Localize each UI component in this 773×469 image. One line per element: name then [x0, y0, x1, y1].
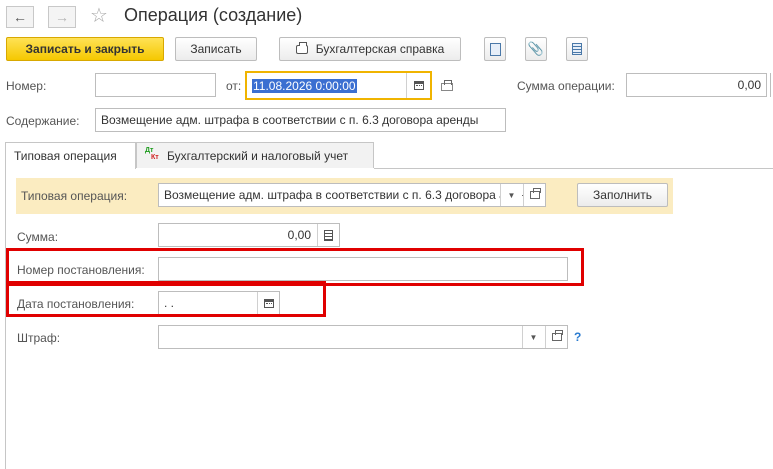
dropdown-arrow-icon: ▼	[507, 190, 516, 200]
history-button[interactable]	[441, 80, 453, 94]
number-label: Номер:	[6, 79, 47, 93]
save-button[interactable]: Записать	[175, 37, 257, 61]
tab-typical-operation[interactable]: Типовая операция	[5, 142, 136, 169]
sum-value: 0,00	[287, 228, 311, 242]
tab-panel-border	[5, 168, 6, 469]
save-and-close-button[interactable]: Записать и закрыть	[6, 37, 164, 61]
arrow-left-icon: ←	[13, 9, 27, 25]
typical-operation-label: Типовая операция:	[21, 189, 128, 203]
list-button[interactable]	[566, 37, 588, 61]
date-label: от:	[226, 79, 242, 93]
star-icon[interactable]: ☆	[90, 3, 108, 28]
tab-accounting-label: Бухгалтерский и налоговый учет	[167, 148, 349, 163]
fine-field[interactable]: ▼	[158, 325, 568, 349]
accounting-report-button[interactable]: Бухгалтерская справка	[279, 37, 461, 61]
printer-icon	[295, 41, 308, 54]
tab-accounting[interactable]: Дт Кт Бухгалтерский и налоговый учет	[136, 142, 374, 168]
arrow-right-icon: →	[55, 9, 69, 25]
date-field[interactable]: 11.08.2026 0:00:00	[245, 71, 432, 100]
typical-operation-value: Возмещение адм. штрафа в соответствии с …	[164, 188, 542, 202]
content-label: Содержание:	[6, 114, 80, 128]
debit-credit-icon: Дт Кт	[145, 146, 159, 161]
list-icon	[572, 43, 582, 55]
tab-divider	[374, 168, 773, 169]
calculator-button[interactable]	[317, 224, 339, 246]
amount-field[interactable]: 0,00	[626, 73, 767, 97]
page-title: Операция (создание)	[124, 5, 303, 25]
comment-icon	[441, 80, 453, 91]
open-icon	[529, 188, 541, 199]
typical-operation-open[interactable]	[523, 184, 545, 206]
dropdown-arrow-icon: ▼	[529, 332, 538, 342]
highlight-frame-resolution-date	[6, 281, 326, 317]
accounting-report-label: Бухгалтерская справка	[315, 42, 445, 56]
hierarchy-icon	[489, 42, 501, 56]
paperclip-icon: 📎	[527, 41, 545, 56]
fine-dropdown[interactable]: ▼	[522, 326, 544, 348]
fill-button[interactable]: Заполнить	[577, 183, 668, 207]
forward-button[interactable]: →	[48, 6, 76, 28]
tab-typical-operation-label: Типовая операция	[14, 149, 117, 163]
back-button[interactable]: ←	[6, 6, 34, 28]
calendar-button[interactable]	[406, 73, 430, 98]
fine-label: Штраф:	[17, 331, 61, 345]
typical-operation-field[interactable]: Возмещение адм. штрафа в соответствии с …	[158, 183, 546, 207]
attach-button[interactable]: 📎	[525, 37, 547, 61]
calendar-icon	[413, 81, 424, 90]
content-field[interactable]: Возмещение адм. штрафа в соответствии с …	[95, 108, 506, 132]
calculator-icon	[324, 229, 333, 241]
amount-label: Сумма операции:	[517, 79, 615, 93]
structure-button[interactable]	[484, 37, 506, 61]
open-icon	[551, 330, 563, 341]
date-value: 11.08.2026 0:00:00	[252, 78, 357, 93]
sum-field[interactable]: 0,00	[158, 223, 340, 247]
sum-label: Сумма:	[17, 230, 59, 244]
help-icon[interactable]: ?	[574, 330, 581, 344]
fine-open[interactable]	[545, 326, 567, 348]
typical-operation-dropdown[interactable]: ▼	[500, 184, 522, 206]
number-field[interactable]	[95, 73, 216, 97]
